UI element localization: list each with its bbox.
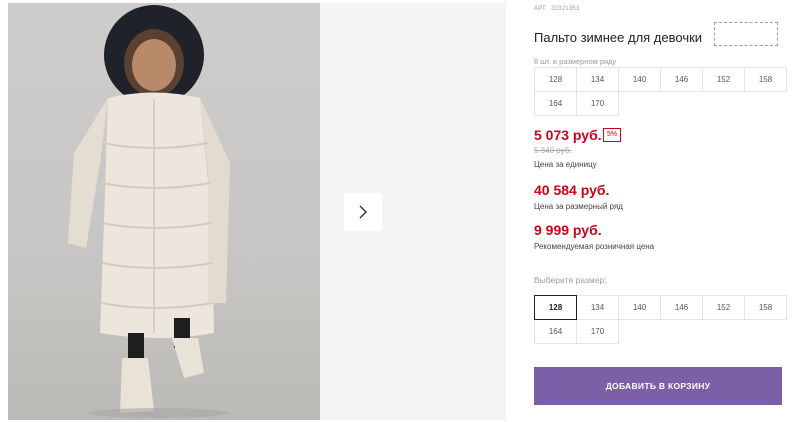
size-option-146[interactable]: 146 [660, 295, 703, 320]
unit-price: 5 073 руб. [534, 127, 602, 143]
size-row-cell: 158 [744, 67, 787, 92]
next-image-button[interactable] [344, 193, 382, 231]
size-option-140[interactable]: 140 [618, 295, 661, 320]
size-option-134[interactable]: 134 [576, 295, 619, 320]
size-option-128[interactable]: 128 [534, 295, 577, 320]
size-row-price-caption: Цена за размерный ряд [534, 202, 623, 211]
size-row-cell: 152 [702, 67, 745, 92]
sku: АРТ. 32321353 [534, 6, 579, 12]
size-row-cell: 128 [534, 67, 577, 92]
size-row-cell: 164 [534, 91, 577, 116]
chevron-right-icon [359, 205, 367, 219]
recommended-retail-price: 9 999 руб. [534, 222, 602, 238]
recommended-retail-price-caption: Рекомендуемая розничная цена [534, 242, 655, 251]
size-option-164[interactable]: 164 [534, 319, 577, 344]
size-row-price: 40 584 руб. [534, 182, 610, 198]
choose-size-label: Выберите размер: [534, 275, 607, 285]
girl-in-coat-image [68, 5, 230, 418]
sku-value: 32321353 [551, 6, 580, 12]
discount-badge: 5% [603, 128, 622, 142]
size-selector: 128 134 140 146 152 158 164 170 [534, 295, 787, 344]
size-row-cell: 134 [576, 67, 619, 92]
product-gallery [0, 0, 506, 422]
size-option-170[interactable]: 170 [576, 319, 619, 344]
sku-label: АРТ. [534, 6, 548, 12]
product-info-panel: АРТ. 32321353 Пальто зимнее для девочки … [534, 0, 800, 422]
size-option-158[interactable]: 158 [744, 295, 787, 320]
placeholder-box [714, 22, 778, 46]
product-photo [8, 3, 320, 420]
add-to-cart-button[interactable]: ДОБАВИТЬ В КОРЗИНУ [534, 367, 782, 405]
unit-price-caption: Цена за единицу [534, 160, 597, 169]
size-row-grid: 128 134 140 146 152 158 164 170 [534, 67, 787, 116]
size-row-cell: 170 [576, 91, 619, 116]
size-row-note: 8 шт. в размерном ряду [534, 57, 617, 66]
size-option-152[interactable]: 152 [702, 295, 745, 320]
old-price: 5 340 руб. [534, 146, 572, 155]
size-row-cell: 146 [660, 67, 703, 92]
size-row-cell: 140 [618, 67, 661, 92]
product-title: Пальто зимнее для девочки [534, 30, 703, 45]
